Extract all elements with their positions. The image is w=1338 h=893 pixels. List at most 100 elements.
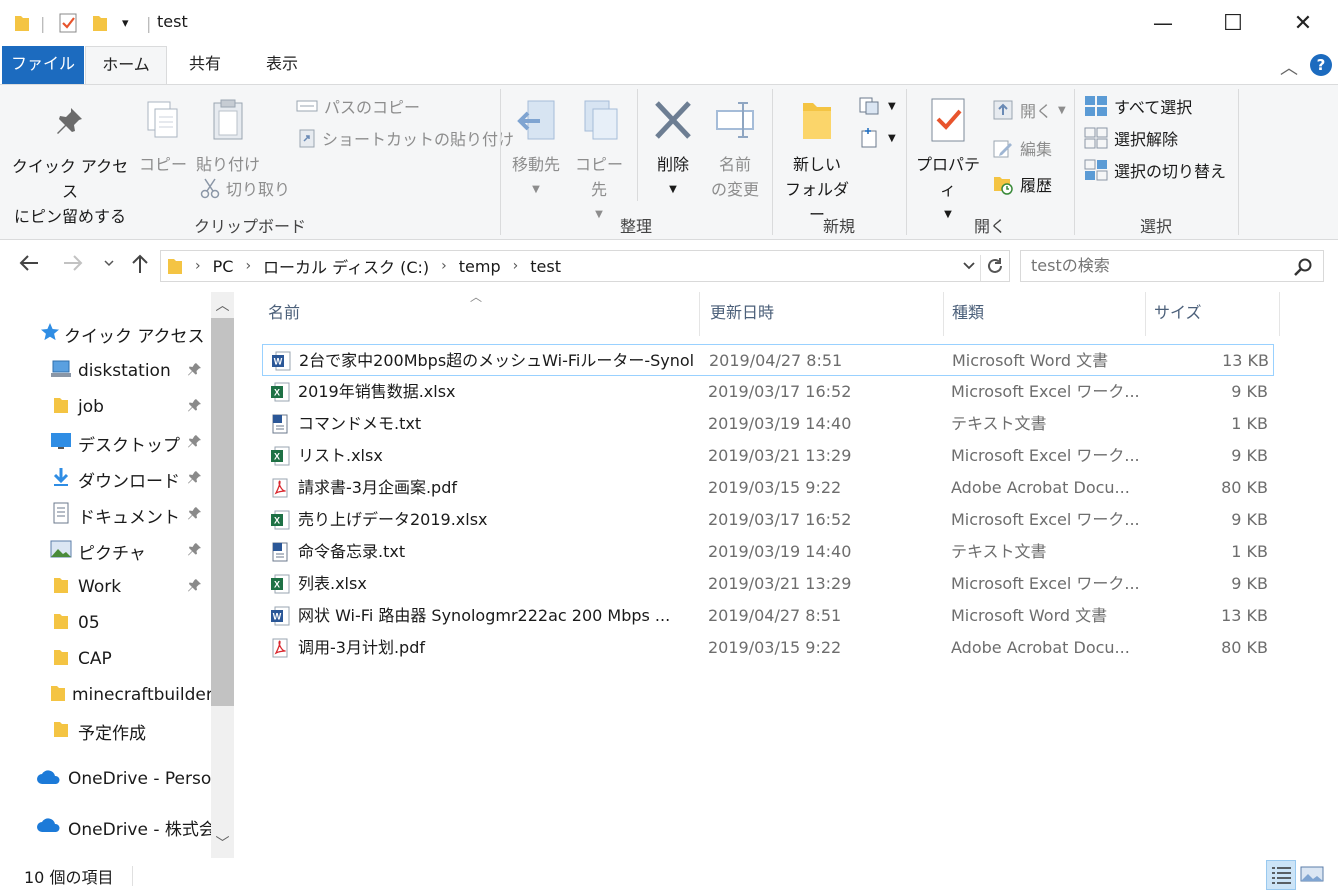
tab-file[interactable]: ファイル [2,46,84,84]
select-none-button[interactable]: 選択解除 [1084,125,1178,151]
tab-share[interactable]: 共有 [168,46,242,84]
recent-locations-chevron-icon[interactable] [102,253,116,278]
new-folder-button[interactable]: 新しい フォルダー [780,97,854,227]
new-folder-quick-icon[interactable] [92,12,108,34]
file-row[interactable]: X リスト.xlsx 2019/03/21 13:29 Microsoft Excel… [262,440,1274,472]
file-row[interactable]: 命令备忘录.txt 2019/03/19 14:40 テキスト文書 1 KB [262,536,1274,568]
tab-home[interactable]: ホーム [85,46,167,84]
address-bar[interactable]: › PC › ローカル ディスク (C:) › temp › test [160,250,1010,282]
breadcrumb-test[interactable]: test [530,257,561,276]
breadcrumb-separator: › [195,258,201,274]
ribbon: クイック アクセス にピン留めする コピー 貼り付け パスのコピー ショートカッ… [0,84,1338,240]
collapse-ribbon-icon[interactable]: ︿ [1280,54,1298,80]
copy-button[interactable]: コピー [138,99,188,177]
close-button[interactable]: ✕ [1268,0,1338,46]
open-button[interactable]: 開く ▼ [992,97,1066,123]
copy-to-button[interactable]: コピー先 ▼ [568,97,630,227]
properties-icon [931,98,965,142]
up-arrow-icon[interactable] [130,253,150,280]
pictures-icon [50,540,72,563]
pin-icon[interactable] [188,398,202,418]
delete-button[interactable]: 削除 ▼ [646,97,700,202]
paste-shortcut-button[interactable]: ショートカットの貼り付け [298,125,514,151]
folder-icon [50,683,66,708]
nav-pane-scrollbar[interactable]: ︿ ﹀ [211,292,234,858]
history-button[interactable]: 履歴 [992,171,1052,197]
minimize-button[interactable]: — [1128,0,1198,46]
file-type: Microsoft Word 文書 [951,606,1108,625]
scrollbar-thumb[interactable] [211,318,234,706]
refresh-icon[interactable] [980,255,1005,281]
scroll-down-chevron-icon[interactable]: ﹀ [211,832,234,856]
nav-item[interactable]: minecraftbuilder [50,678,212,712]
new-item-dropdown-icon: ▼ [888,100,896,112]
breadcrumb-local-disk[interactable]: ローカル ディスク (C:) [263,254,429,278]
cut-button[interactable]: 切り取り [200,175,290,201]
file-row[interactable]: X 列表.xlsx 2019/03/21 13:29 Microsoft Excel … [262,568,1274,600]
copy-path-button[interactable]: パスのコピー [296,93,420,119]
new-folder-icon [803,103,831,139]
file-type: Adobe Acrobat Docu... [951,638,1130,657]
file-row[interactable]: W 网状 Wi-Fi 路由器 Synologmr222ac 200 Mbps ..… [262,600,1274,632]
file-type: Microsoft Excel ワーク... [951,382,1140,401]
scroll-up-chevron-icon[interactable]: ︿ [211,294,234,318]
excel-document-icon: X [270,382,290,402]
nav-item[interactable]: 05 [50,606,212,640]
file-name: コマンドメモ.txt [298,414,422,433]
file-row[interactable]: X 2019年销售数据.xlsx 2019/03/17 16:52 Microsoft… [262,376,1274,408]
large-icons-view-icon[interactable] [1298,860,1328,890]
invert-selection-button[interactable]: 選択の切り替え [1084,157,1226,183]
pin-icon[interactable] [188,362,202,382]
column-header-type[interactable]: 種類 [944,292,1146,336]
help-icon[interactable]: ? [1310,54,1332,76]
nav-item[interactable]: 予定作成 [50,714,212,748]
pin-icon[interactable] [188,434,202,454]
nav-item[interactable]: CAP [50,642,212,676]
breadcrumb-separator: › [245,258,252,274]
file-row[interactable]: コマンドメモ.txt 2019/03/19 14:40 テキスト文書 1 KB [262,408,1274,440]
column-header-size[interactable]: サイズ [1146,292,1280,336]
breadcrumb-temp[interactable]: temp [459,257,501,276]
address-dropdown-chevron-icon[interactable] [961,257,977,279]
file-row[interactable]: W 2台で家中200Mbps超のメッシュWi-Fiルーター-Synol... 201… [262,344,1274,376]
open-icon [993,100,1013,120]
edit-icon [993,140,1012,158]
tab-view[interactable]: 表示 [244,46,320,84]
nav-quick-access[interactable]: クイック アクセス [40,317,212,351]
nav-onedrive-personal[interactable]: OneDrive - Person [36,762,212,796]
pin-icon[interactable] [188,470,202,490]
easy-access-button[interactable]: ▼ [858,125,896,151]
properties-button[interactable]: プロパティ ▼ [910,97,986,227]
file-row[interactable]: X 売り上げデータ2019.xlsx 2019/03/17 16:52 Microso… [262,504,1274,536]
file-size: 1 KB [1231,542,1268,561]
paste-button[interactable]: 貼り付け [194,97,262,177]
pin-icon[interactable] [188,506,202,526]
ribbon-separator [637,89,638,201]
edit-button[interactable]: 編集 [992,135,1052,161]
new-item-button[interactable]: ▼ [858,93,896,119]
search-icon[interactable] [1293,257,1313,287]
excel-document-icon: X [270,510,290,530]
column-header-modified[interactable]: 更新日時 [702,292,944,336]
file-row[interactable]: 請求書-3月企画案.pdf 2019/03/15 9:22 Adobe Acroba… [262,472,1274,504]
details-view-icon[interactable] [1266,860,1296,890]
file-row[interactable]: 调用-3月计划.pdf 2019/03/15 9:22 Adobe Acrobat … [262,632,1274,664]
excel-document-icon: X [270,446,290,466]
search-box[interactable]: testの検索 [1020,250,1324,282]
group-label-organize: 整理 [619,217,652,236]
properties-quick-icon[interactable] [58,12,78,34]
forward-arrow-icon[interactable] [62,253,84,278]
pin-quick-access-button[interactable]: クイック アクセス にピン留めする [8,105,132,229]
customize-quick-access-button[interactable]: ▾ [122,12,129,34]
move-to-button[interactable]: 移動先 ▼ [506,97,566,202]
rename-button[interactable]: 名前 の変更 [706,97,764,202]
maximize-button[interactable]: ☐ [1198,0,1268,46]
select-all-button[interactable]: すべて選択 [1084,93,1192,119]
nav-item-label: 05 [78,613,100,633]
breadcrumb-pc[interactable]: PC [213,257,234,276]
nav-onedrive-company[interactable]: OneDrive - 株式会 [36,810,212,844]
pin-icon[interactable] [188,578,202,598]
back-arrow-icon[interactable] [18,253,40,278]
pin-icon[interactable] [188,542,202,562]
folder-icon [50,647,72,672]
